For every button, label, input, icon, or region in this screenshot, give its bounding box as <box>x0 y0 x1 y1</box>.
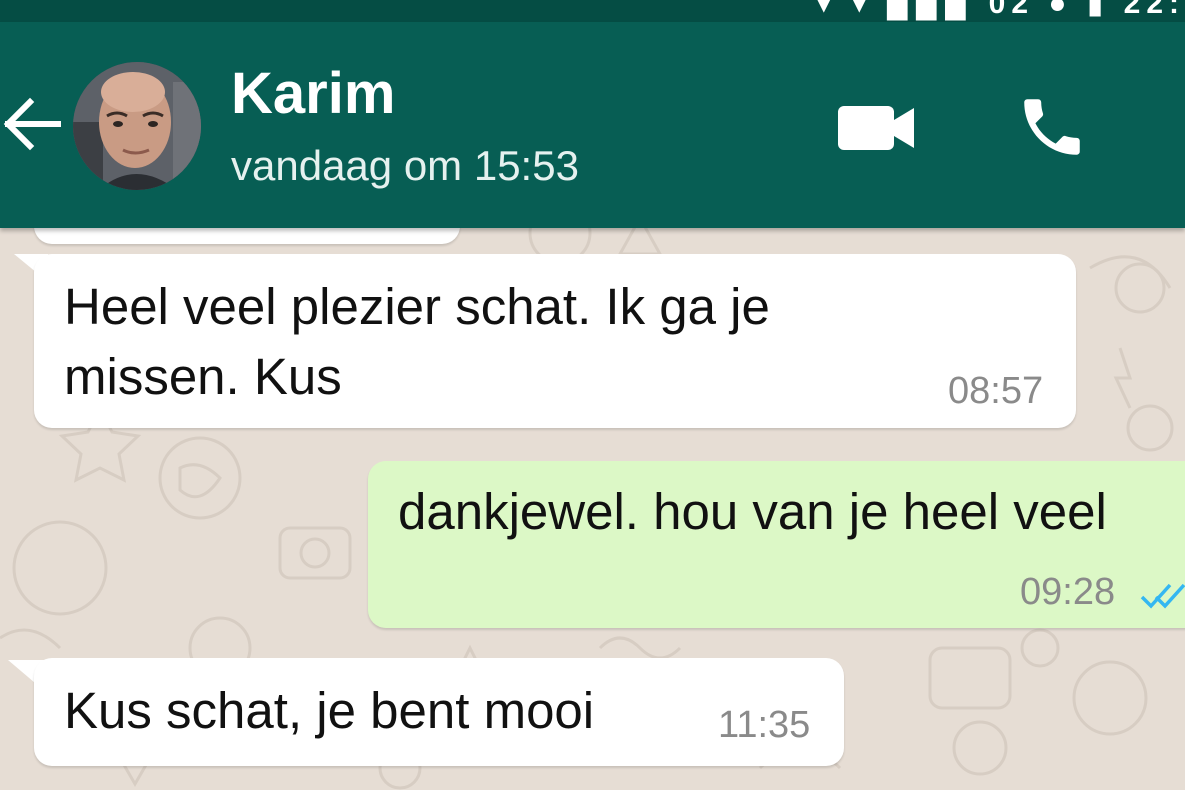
message-bubble-outgoing[interactable]: dankjewel. hou van je heel veel 09:28 <box>368 461 1185 628</box>
message-text: Heel veel plezier schat. Ik ga je missen… <box>64 272 770 412</box>
back-button[interactable] <box>0 92 64 156</box>
double-check-icon <box>1140 583 1185 609</box>
status-bar: ▾ ▾ ▉▉▉ 02 ● ▮ 22: <box>0 0 1185 22</box>
last-seen-status: vandaag om 15:53 <box>231 142 579 189</box>
contact-photo <box>73 62 201 190</box>
message-time: 08:57 <box>948 370 1044 412</box>
message-time: 11:35 <box>718 704 811 746</box>
phone-icon <box>1024 99 1080 155</box>
arrow-left-icon <box>3 97 61 151</box>
message-time: 09:28 <box>1020 571 1116 613</box>
message-line: missen. Kus <box>64 348 342 405</box>
message-line: dankjewel. hou van je heel veel <box>398 483 1107 540</box>
message-line: Heel veel plezier schat. Ik ga je <box>64 278 770 335</box>
message-text: dankjewel. hou van je heel veel <box>398 477 1107 547</box>
message-line: Kus schat, je bent mooi <box>64 682 595 739</box>
voice-call-button[interactable] <box>1015 90 1089 164</box>
contact-name[interactable]: Karim <box>231 60 395 127</box>
video-call-button[interactable] <box>836 102 918 154</box>
previous-message-bubble <box>34 228 460 244</box>
message-bubble-incoming[interactable]: Kus schat, je bent mooi 11:35 <box>34 658 844 766</box>
chat-header: Karim vandaag om 15:53 <box>0 22 1185 228</box>
message-bubble-incoming[interactable]: Heel veel plezier schat. Ik ga je missen… <box>34 254 1076 428</box>
avatar[interactable] <box>73 62 201 190</box>
message-text: Kus schat, je bent mooi <box>64 676 594 746</box>
status-bar-indicators: ▾ ▾ ▉▉▉ 02 ● ▮ 22: <box>816 0 1185 20</box>
videocam-icon <box>838 106 914 150</box>
conversation-area[interactable]: Heel veel plezier schat. Ik ga je missen… <box>0 228 1185 790</box>
